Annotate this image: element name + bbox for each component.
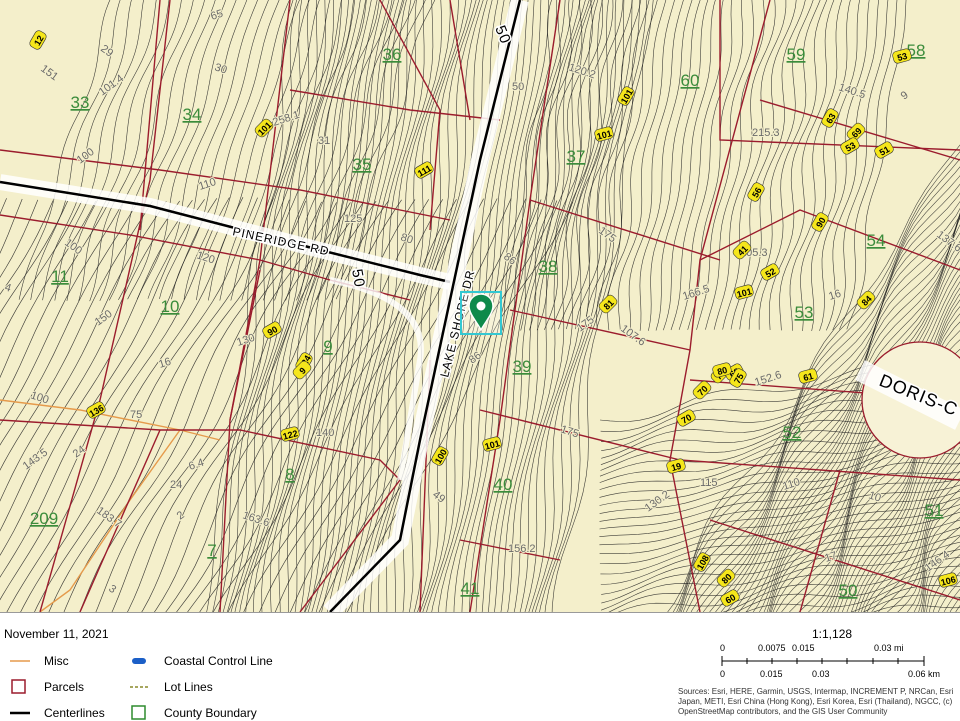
legend-label: Misc — [44, 653, 69, 669]
parcel-number-label: 41 — [461, 579, 480, 598]
route-number: 50 — [348, 268, 368, 289]
square-red-icon — [10, 679, 30, 695]
legend-label: Coastal Control Line — [164, 653, 273, 669]
line-black-icon — [10, 705, 30, 721]
parcel-number-label: 40 — [494, 475, 513, 494]
parcel-number-label: 8 — [285, 465, 294, 484]
parcel-number-label: 38 — [539, 257, 558, 276]
parcel-number-label: 51 — [925, 501, 944, 520]
parcel-number-label: 54 — [867, 231, 886, 250]
square-green-icon — [130, 705, 150, 721]
parcel-number-label: 59 — [787, 45, 806, 64]
scale-tick-label: 0.015 — [760, 669, 783, 679]
parcel-number-label: 35 — [353, 155, 372, 174]
parcel-number-label: 39 — [513, 357, 532, 376]
scale-bar: 0 0.0075 0.015 0.03 mi 0 0.015 0.03 0.06… — [716, 639, 956, 689]
parcel-number-label: 37 — [567, 147, 586, 166]
legend-label: Centerlines — [44, 705, 105, 721]
scale-tick-label: 0.06 km — [908, 669, 940, 679]
parcel-number-label: 34 — [183, 105, 202, 124]
scale-tick-label: 0.0075 — [758, 643, 786, 653]
scale-tick-label: 0.03 — [812, 669, 830, 679]
parcel-number-label: 7 — [207, 541, 216, 560]
scale-tick-label: 0.03 mi — [874, 643, 904, 653]
scale-tick-label: 0 — [720, 643, 725, 653]
contour-value-label: 31 — [318, 135, 330, 147]
attribution: Sources: Esri, HERE, Garmin, USGS, Inter… — [678, 687, 958, 717]
legend-label: Parcels — [44, 679, 84, 695]
pin-dot — [477, 302, 486, 311]
contour-value-label: 156.2 — [508, 543, 536, 555]
parcel-number-label: 209 — [30, 509, 58, 528]
legend-label: Lot Lines — [164, 679, 213, 695]
parcel-number-label: 50 — [839, 581, 858, 600]
map-viewer: PINERIDGE RDLAKE SHORE DRDORIS-C50503334… — [0, 0, 960, 720]
contour-value-label: 50 — [512, 81, 524, 93]
map-canvas[interactable]: PINERIDGE RDLAKE SHORE DRDORIS-C50503334… — [0, 0, 960, 612]
line-orange-icon — [10, 653, 30, 669]
parcel-number-label: 33 — [71, 93, 90, 112]
parcel-number-label: 11 — [51, 267, 69, 286]
print-date: November 11, 2021 — [4, 627, 109, 641]
contour-value-label: 115 — [700, 477, 718, 489]
scale-tick-label: 0 — [720, 669, 725, 679]
scale-tick-label: 0.015 — [792, 643, 815, 653]
legend-label: County Boundary — [164, 705, 257, 721]
contour-value-label: 215.3 — [752, 127, 780, 139]
contour-value-label: 140 — [316, 427, 334, 439]
contour-value-label: 125 — [344, 213, 362, 225]
dash-olive-icon — [130, 679, 150, 695]
selected-location[interactable] — [461, 292, 501, 334]
map-footer: November 11, 2021 Misc Parcels Centerlin… — [0, 612, 960, 720]
parcel-number-label: 52 — [783, 423, 802, 442]
parcel-number-label: 9 — [323, 337, 332, 356]
parcel-number-label: 36 — [383, 45, 402, 64]
dash-blue-icon — [130, 653, 150, 669]
contour-value-label: 75 — [130, 409, 142, 421]
parcel-number-label: 53 — [795, 303, 814, 322]
contour-value-label: 24 — [170, 479, 182, 491]
route-number-text: 50 — [348, 268, 368, 289]
parcel-number-label: 10 — [161, 297, 180, 316]
parcel-number-label: 60 — [681, 71, 700, 90]
